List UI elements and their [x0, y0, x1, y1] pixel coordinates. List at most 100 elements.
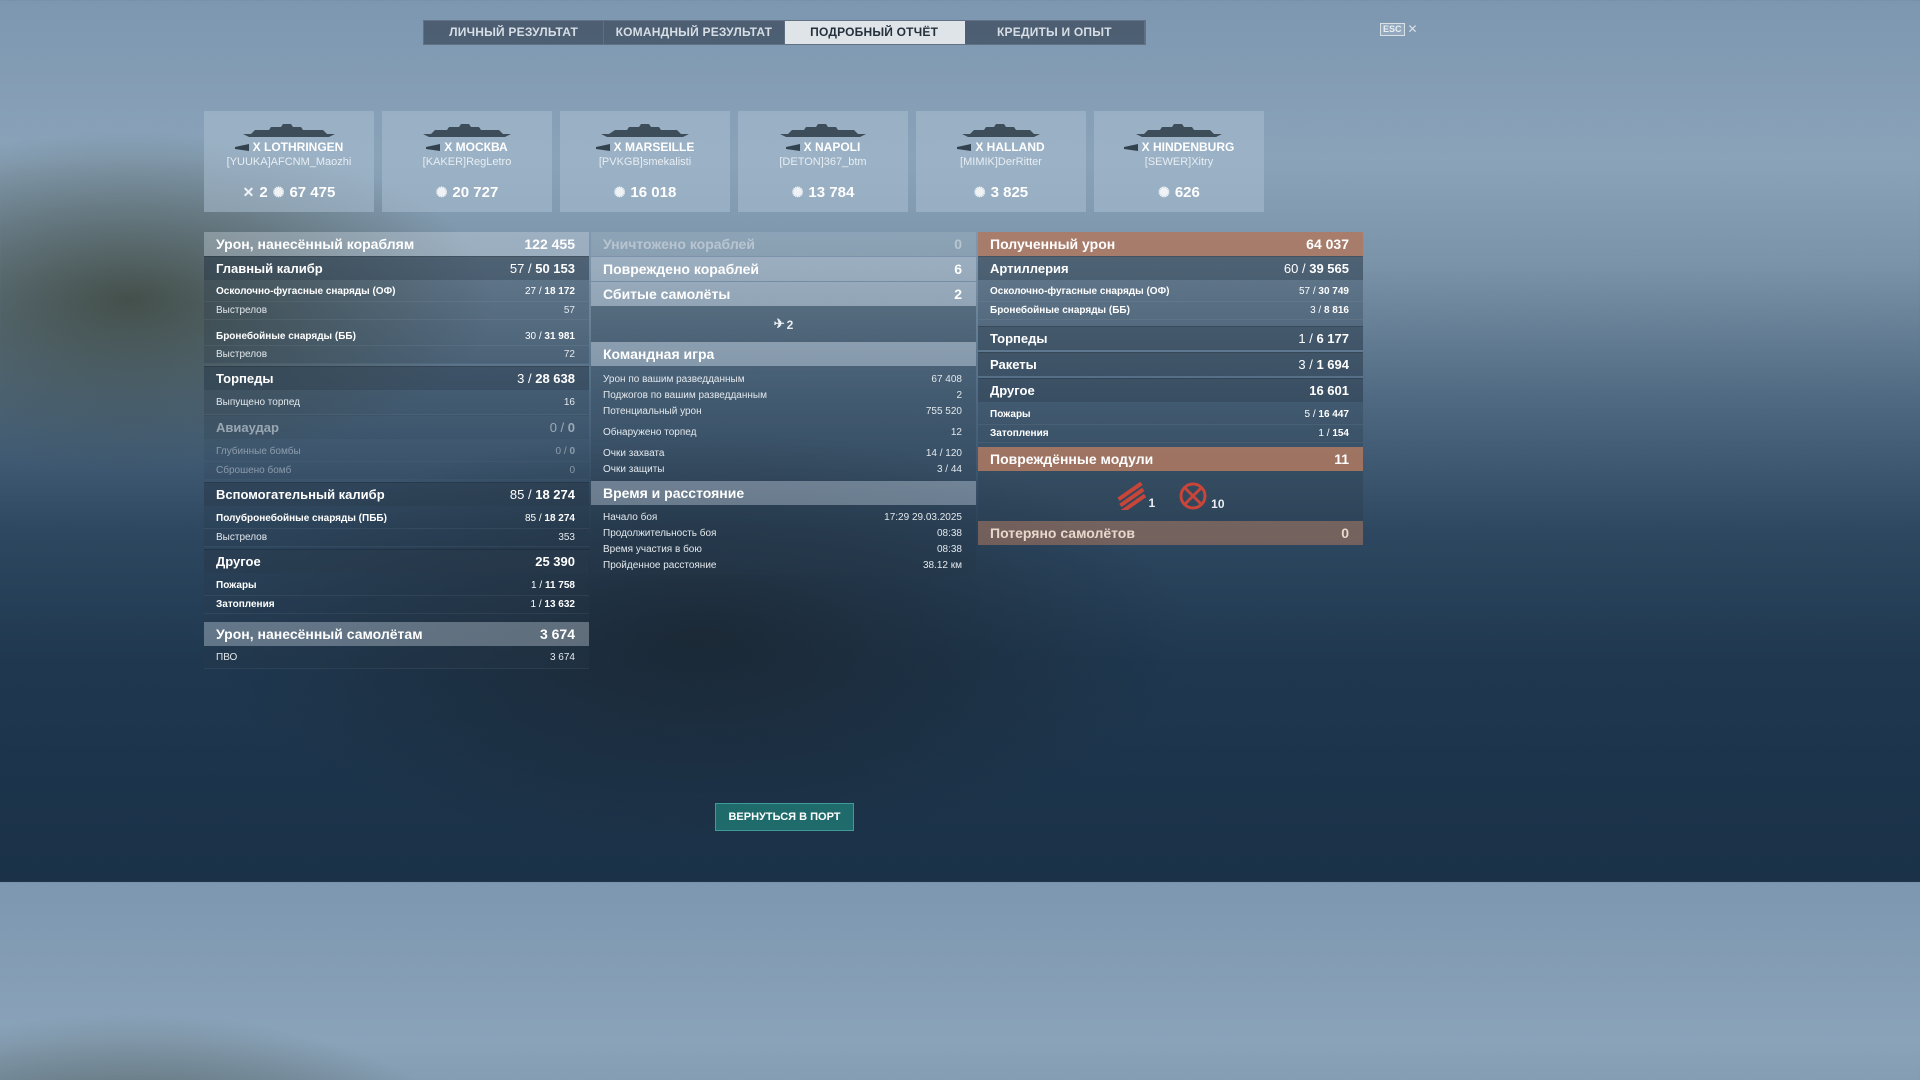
planes-count: 2	[786, 318, 794, 332]
player-card[interactable]: X NAPOLI [DETON]367_btm ✺ 13 784	[738, 111, 908, 212]
ship-silhouette-icon	[382, 122, 552, 138]
tier-flag-icon	[595, 144, 610, 152]
planes-shot-down-row: Сбитые самолёты 2	[591, 282, 976, 306]
tab-detailed-report[interactable]: ПОДРОБНЫЙ ОТЧЁТ	[784, 21, 965, 44]
damage-burst-icon: ✺	[613, 184, 626, 200]
ship-name: X HINDENBURG	[1141, 140, 1235, 154]
damage-dealt-panel: Урон, нанесённый кораблям 122 455 Главный…	[204, 232, 589, 669]
damage-value: 20 727	[452, 184, 499, 201]
fires-row: Пожары 5 / 16 447	[978, 402, 1363, 425]
list-item: Начало боя 17:29 29.03.2025	[603, 511, 962, 523]
time-distance-list: Начало боя 17:29 29.03.2025 Продолжительн…	[591, 505, 976, 575]
tier-flag-icon	[1123, 144, 1138, 152]
player-card[interactable]: X LOTHRINGEN [YUUKA]AFCNM_Maozhi ✕ 2 ✺ 67 …	[204, 111, 374, 212]
kills-icon: ✕	[242, 184, 255, 200]
damage-value: 3 825	[990, 184, 1029, 201]
player-name: [DETON]367_btm	[779, 156, 867, 168]
damaged-modules-header: Повреждённые модули 11	[978, 447, 1363, 471]
ship-silhouette-icon	[204, 122, 374, 138]
list-item: Очки захвата 14 / 120	[603, 447, 962, 459]
damage-burst-icon: ✺	[272, 184, 285, 200]
player-name: [PVKGB]smekalisti	[598, 156, 692, 168]
module-count: 1	[1148, 496, 1156, 510]
ship-silhouette-icon	[738, 122, 908, 138]
engine-module-icon	[1179, 482, 1207, 510]
tier-flag-icon	[234, 144, 249, 152]
ap-shells-row: Бронебойные снаряды (ББ) 3 / 8 816	[978, 302, 1363, 320]
ships-destroyed-row: Уничтожено кораблей 0	[591, 232, 976, 256]
damage-value: 16 018	[630, 184, 677, 201]
damage-value: 13 784	[808, 184, 855, 201]
damage-value: 626	[1174, 184, 1200, 201]
artillery-row: Артиллерия 60 / 39 565	[978, 256, 1363, 280]
list-item: Обнаружено торпед 12	[603, 426, 962, 438]
esc-key-label: ESC	[1380, 22, 1405, 36]
floods-row: Затопления 1 / 13 632	[204, 596, 589, 614]
results-tabs: ЛИЧНЫЙ РЕЗУЛЬТАТ КОМАНДНЫЙ РЕЗУЛЬТАТ ПОД…	[423, 20, 1146, 45]
module-count: 10	[1211, 497, 1225, 511]
ship-silhouette-icon	[916, 122, 1086, 138]
player-card[interactable]: X HALLAND [MIMIK]DerRitter ✺ 3 825	[916, 111, 1086, 212]
ap-shots-row: Выстрелов 72	[204, 346, 589, 364]
bombs-dropped-row: Сброшено бомб 0	[204, 462, 589, 480]
team-play-panel: Уничтожено кораблей 0 Повреждено кораблей…	[591, 232, 976, 575]
ships-damaged-row: Повреждено кораблей 6	[591, 257, 976, 281]
list-item: Продолжительность боя 08:38	[603, 527, 962, 539]
tier-flag-icon	[785, 144, 800, 152]
depth-charges-row: Глубинные бомбы 0 / 0	[204, 439, 589, 462]
return-to-port-button[interactable]: ВЕРНУТЬСЯ В ПОРТ	[715, 803, 854, 831]
he-shells-row: Осколочно-фугасные снаряды (ОФ) 27 / 18 1…	[204, 280, 589, 302]
tier-flag-icon	[957, 144, 972, 152]
torpedoes-fired-row: Выпущено торпед 16	[204, 390, 589, 415]
time-distance-header: Время и расстояние	[591, 481, 976, 505]
aa-row: ПВО 3 674	[204, 646, 589, 669]
rockets-row: Ракеты 3 / 1 694	[978, 352, 1363, 376]
player-cards: X LOTHRINGEN [YUUKA]AFCNM_Maozhi ✕ 2 ✺ 67 …	[204, 111, 1264, 212]
other-damage-row: Другое 25 390	[204, 549, 589, 573]
list-item: Поджогов по вашим разведданным 2	[603, 389, 962, 401]
ship-name: X HALLAND	[975, 140, 1045, 154]
plane-shot-down-icon: ✈	[773, 316, 785, 331]
ap-shells-row: Бронебойные снаряды (ББ) 30 / 31 981	[204, 328, 589, 346]
tab-credits-xp[interactable]: КРЕДИТЫ И ОПЫТ	[965, 21, 1145, 44]
sap-shells-row: Полубронебойные снаряды (ПББ) 85 / 18 274	[204, 506, 589, 529]
floods-row: Затопления 1 / 154	[978, 425, 1363, 443]
damage-burst-icon: ✺	[791, 184, 804, 200]
player-name: [SEWER]Xitry	[1144, 156, 1214, 168]
damage-to-ships-header: Урон, нанесённый кораблям 122 455	[204, 232, 589, 256]
list-item: Очки защиты 3 / 44	[603, 463, 962, 475]
team-play-header: Командная игра	[591, 342, 976, 366]
ship-name: X МОСКВА	[444, 140, 508, 154]
main-battery-module-icon	[1117, 482, 1147, 510]
player-card[interactable]: X MARSEILLE [PVKGB]smekalisti ✺ 16 018	[560, 111, 730, 212]
fires-row: Пожары 1 / 11 758	[204, 573, 589, 596]
player-card[interactable]: X HINDENBURG [SEWER]Xitry ✺ 626	[1094, 111, 1264, 212]
damage-burst-icon: ✺	[1158, 184, 1170, 200]
ship-name: X MARSEILLE	[613, 140, 695, 154]
player-name: [KAKER]RegLetro	[422, 156, 512, 168]
he-shells-row: Осколочно-фугасные снаряды (ОФ) 57 / 30 7…	[978, 280, 1363, 302]
torpedoes-row: Торпеды 3 / 28 638	[204, 366, 589, 390]
player-name: [YUUKA]AFCNM_Maozhi	[226, 156, 352, 168]
received-damage-header: Полученный урон 64 037	[978, 232, 1363, 256]
secondary-battery-row: Вспомогательный калибр 85 / 18 274	[204, 482, 589, 506]
tier-flag-icon	[426, 144, 441, 152]
damage-value: 67 475	[289, 184, 336, 201]
planes-lost-row: Потеряно самолётов 0	[978, 521, 1363, 545]
secondary-shots-row: Выстрелов 353	[204, 529, 589, 547]
ship-name: X LOTHRINGEN	[252, 140, 344, 154]
player-name: [MIMIK]DerRitter	[960, 156, 1042, 168]
tab-personal-result[interactable]: ЛИЧНЫЙ РЕЗУЛЬТАТ	[424, 21, 605, 44]
ship-silhouette-icon	[560, 122, 730, 138]
airstrike-row: Авиаудар 0 / 0	[204, 415, 589, 439]
list-item: Пройденное расстояние 38.12 км	[603, 559, 962, 571]
tab-team-result[interactable]: КОМАНДНЫЙ РЕЗУЛЬТАТ	[604, 21, 785, 44]
damage-burst-icon: ✺	[973, 184, 986, 200]
player-card[interactable]: X МОСКВА [KAKER]RegLetro ✺ 20 727	[382, 111, 552, 212]
list-item: Потенциальный урон 755 520	[603, 405, 962, 417]
esc-close-button[interactable]: ESC ✕	[1380, 22, 1418, 36]
main-battery-row: Главный калибр 57 / 50 153	[204, 256, 589, 280]
torpedoes-row: Торпеды 1 / 6 177	[978, 326, 1363, 350]
other-received-row: Другое 16 601	[978, 378, 1363, 402]
ship-name: X NAPOLI	[803, 140, 861, 154]
